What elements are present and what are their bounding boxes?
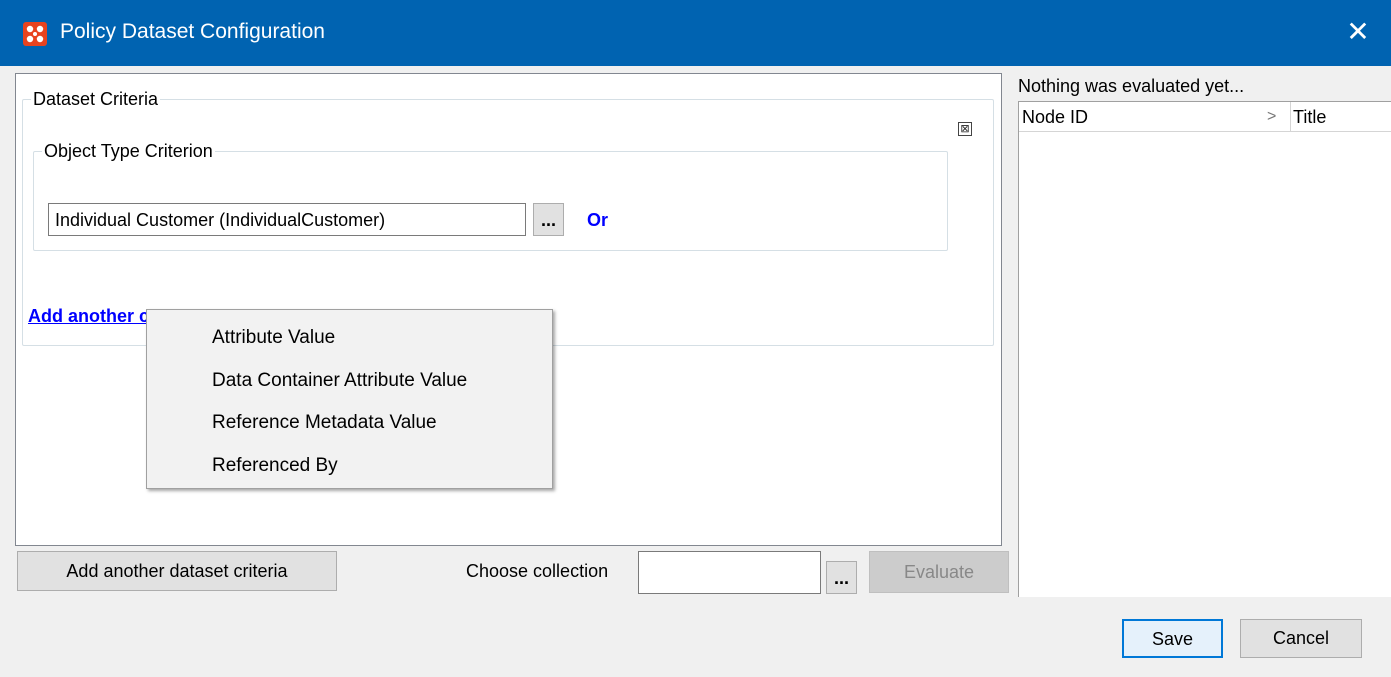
menu-item-data-container-attribute-value[interactable]: Data Container Attribute Value	[148, 362, 551, 400]
object-type-criterion-legend: Object Type Criterion	[44, 141, 213, 161]
column-header-title[interactable]: Title	[1291, 102, 1391, 132]
choose-collection-label: Choose collection	[466, 561, 609, 581]
column-header-title-label: Title	[1293, 107, 1327, 127]
or-link[interactable]: Or	[587, 210, 608, 231]
object-type-field[interactable]: Individual Customer (IndividualCustomer)	[48, 203, 526, 236]
evaluation-table[interactable]: Node ID > Title	[1018, 101, 1391, 597]
criterion-type-menu: Attribute Value Data Container Attribute…	[146, 309, 553, 489]
column-header-node-id[interactable]: Node ID	[1019, 102, 1291, 132]
chevron-right-icon: >	[1267, 108, 1277, 125]
cancel-button[interactable]: Cancel	[1240, 619, 1362, 658]
menu-item-reference-metadata-value[interactable]: Reference Metadata Value	[148, 404, 551, 442]
evaluate-button[interactable]: Evaluate	[869, 551, 1009, 593]
title-bar: Policy Dataset Configuration ✕	[0, 0, 1391, 66]
collection-browse-button[interactable]: ...	[826, 561, 857, 594]
close-icon[interactable]: ✕	[1338, 12, 1378, 52]
menu-item-referenced-by[interactable]: Referenced By	[148, 447, 551, 485]
window-title: Policy Dataset Configuration	[60, 20, 325, 43]
save-button[interactable]: Save	[1122, 619, 1223, 658]
add-dataset-criteria-button[interactable]: Add another dataset criteria	[17, 551, 337, 591]
remove-criterion-icon[interactable]: ⊠	[958, 122, 972, 136]
evaluation-status: Nothing was evaluated yet...	[1018, 76, 1245, 96]
collection-input[interactable]	[638, 551, 821, 594]
dataset-criteria-legend: Dataset Criteria	[33, 89, 159, 109]
column-header-node-id-label: Node ID	[1022, 107, 1089, 127]
object-type-browse-button[interactable]: ...	[533, 203, 564, 236]
app-logo-icon	[23, 22, 47, 46]
add-another-criterion-link[interactable]: Add another criterion	[28, 306, 152, 327]
menu-item-attribute-value[interactable]: Attribute Value	[148, 319, 551, 357]
